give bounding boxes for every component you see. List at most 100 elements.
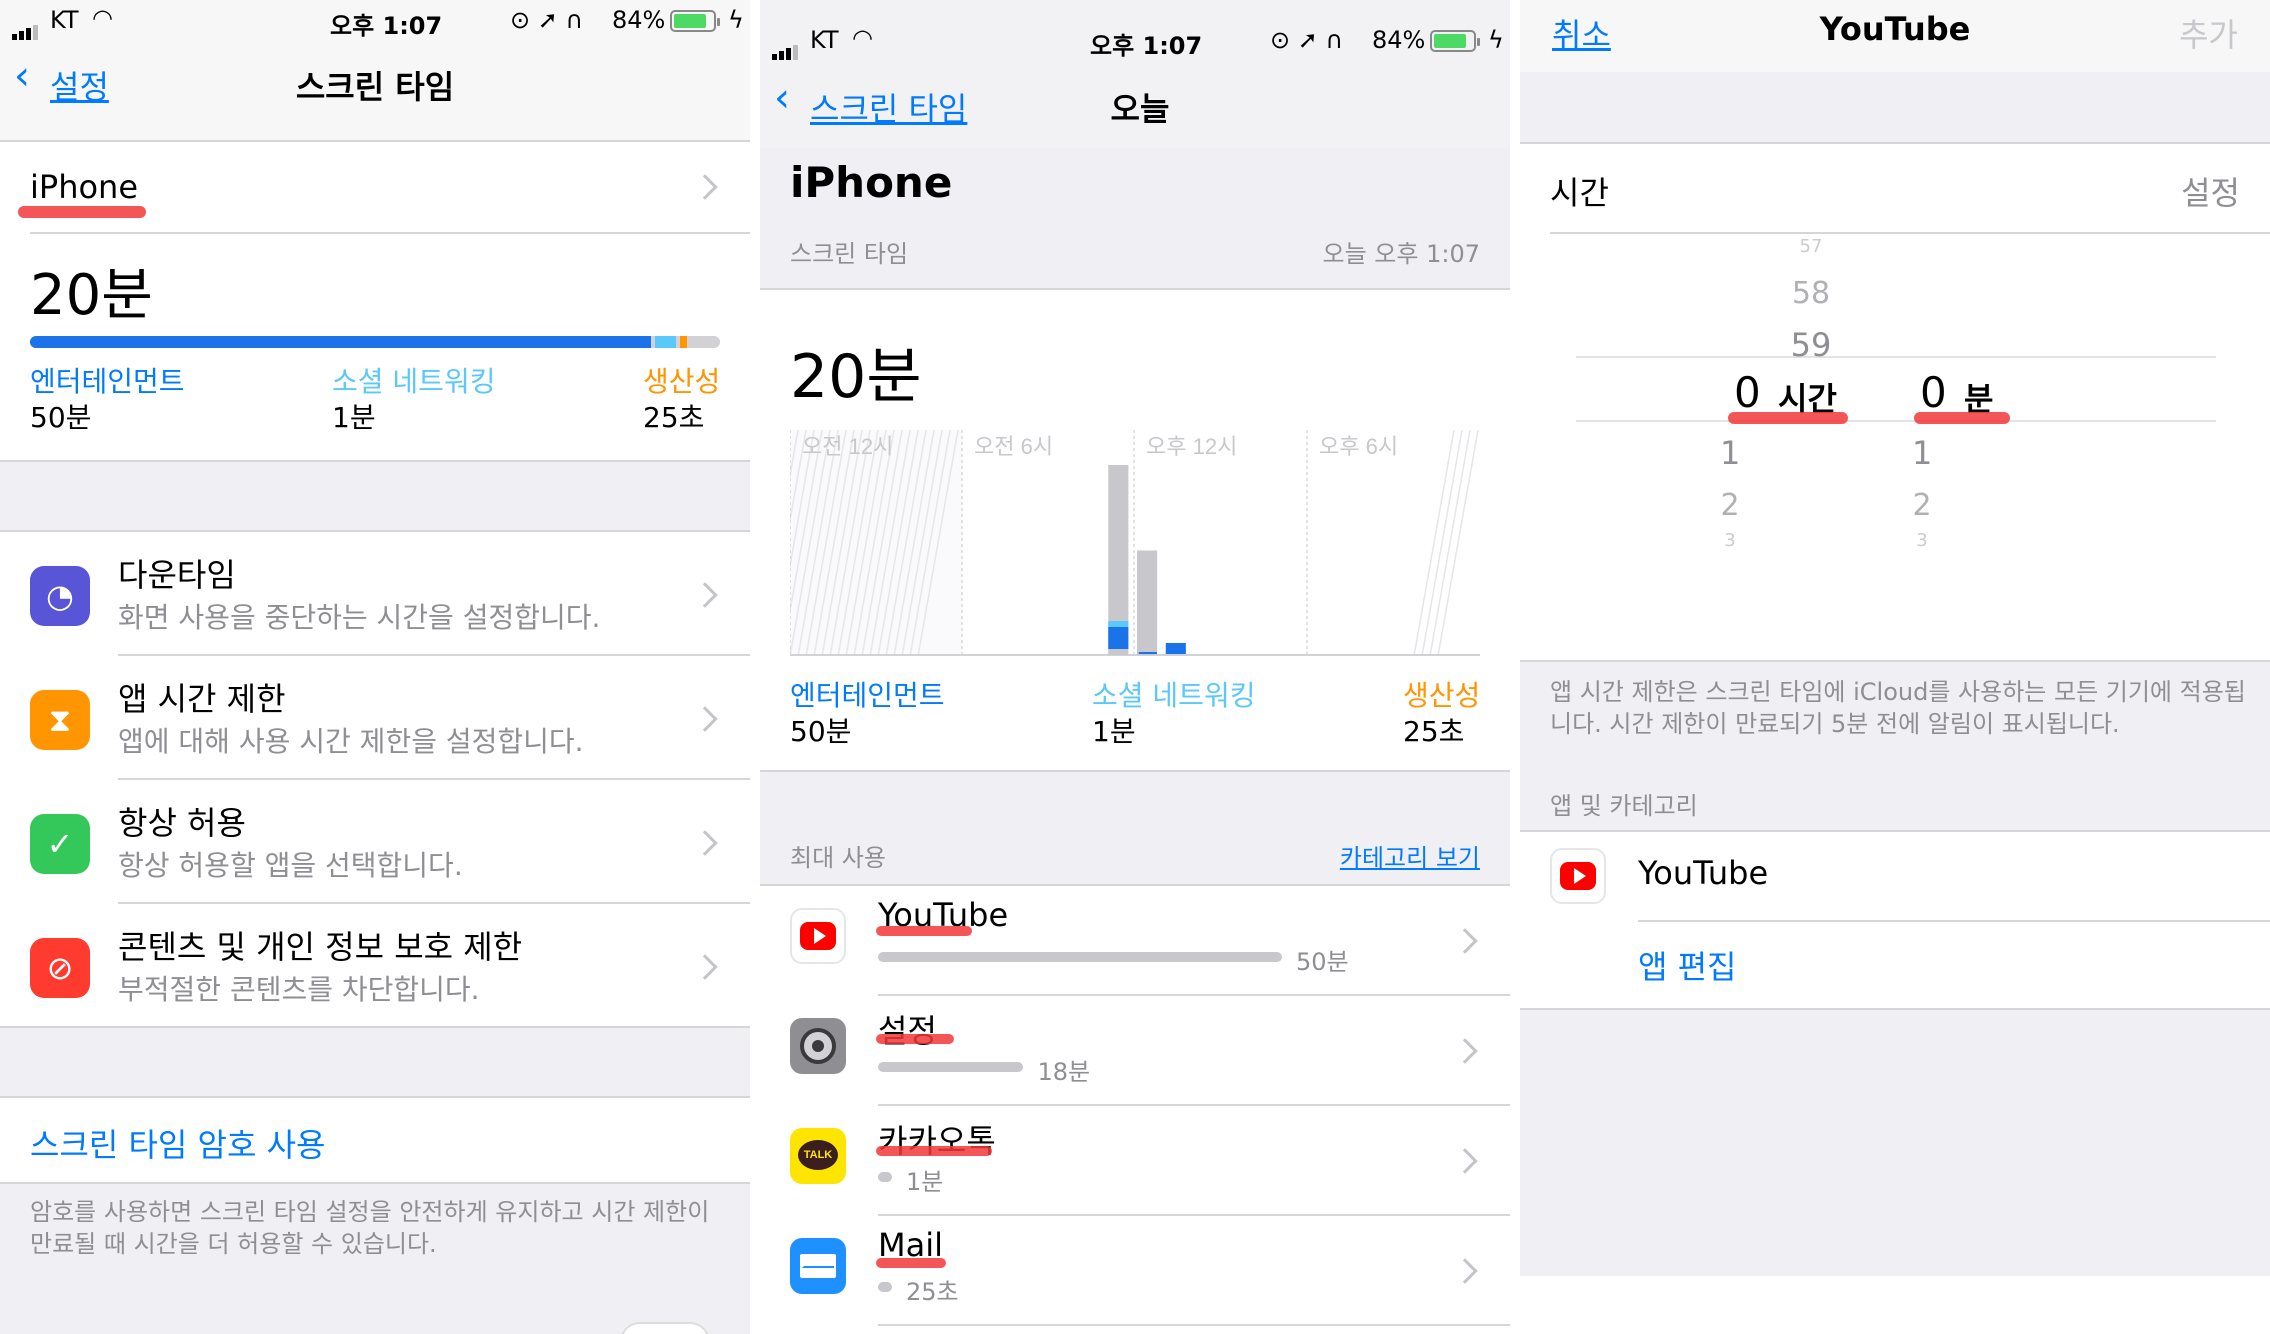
app-card: YouTube 앱 편집 (1520, 832, 2270, 1008)
chevron-right-icon (692, 706, 718, 732)
picker-minute-option[interactable]: 3 (1912, 530, 1932, 551)
category-name: 생산성 (1403, 679, 1481, 712)
app-row[interactable]: 설정 18분 (760, 996, 1510, 1106)
app-usage-bar (878, 952, 1282, 962)
page-title: 오늘 (1110, 90, 1170, 128)
picker-hour-option[interactable]: 3 (1720, 530, 1740, 551)
menu-item-subtitle: 화면 사용을 중단하는 시간을 설정합니다. (118, 601, 601, 634)
menu-item-title: 콘텐츠 및 개인 정보 보호 제한 (118, 928, 523, 966)
category-value: 50분 (790, 715, 852, 748)
picker-hour-option[interactable]: 59 (1748, 326, 1874, 364)
total-time: 20분 (790, 342, 922, 412)
settings-gear-icon (790, 1018, 846, 1074)
hourly-chart: 오전 12시 오전 6시 오후 12시 오후 6시 (790, 430, 1480, 657)
usage-segment (30, 336, 651, 348)
menu-item-subtitle: 항상 허용할 앱을 선택합니다. (118, 849, 463, 882)
chevron-right-icon (1452, 1258, 1478, 1284)
picker-minutes-selected[interactable]: 0 (1920, 368, 1947, 417)
axis-tick-label: 오전 6시 (974, 434, 1053, 459)
device-name: iPhone (30, 168, 139, 206)
app-row[interactable]: YouTube 50분 (760, 886, 1510, 996)
status-time: 오후 1:07 (1090, 32, 1203, 60)
chevron-right-icon (692, 174, 718, 200)
toggle-switch[interactable] (620, 1322, 710, 1334)
passcode-button[interactable]: 스크린 타임 암호 사용 (30, 1120, 325, 1166)
menu-item-subtitle: 부적절한 콘텐츠를 차단합니다. (118, 973, 480, 1006)
menu-item-title: 다운타임 (118, 556, 236, 594)
summary-card: iPhone 20분 엔터테인먼트 50분 소셜 네트워킹 1분 생산성 25초 (0, 142, 750, 460)
youtube-icon (790, 908, 846, 964)
duration-picker[interactable]: 57 58 59 0 시간 1 2 3 0 분 1 2 3 (1520, 234, 2270, 660)
chart-bar (1137, 550, 1158, 655)
chart-bar (1138, 652, 1157, 654)
picker-hour-option[interactable]: 58 (1748, 276, 1874, 311)
menu-item[interactable]: ✓ 항상 허용 항상 허용할 앱을 선택합니다. (0, 780, 750, 904)
passcode-footer: 암호를 사용하면 스크린 타임 설정을 안전하게 유지하고 시간 제한이 만료될… (30, 1198, 710, 1258)
app-usage-time: 1분 (906, 1168, 944, 1196)
signal-icon (12, 12, 40, 40)
highlight-mark (1728, 412, 1848, 424)
chevron-right-icon (1452, 928, 1478, 954)
menu-item[interactable]: ⧗ 앱 시간 제한 앱에 대해 사용 시간 제한을 설정합니다. (0, 656, 750, 780)
chevron-right-icon (1452, 1038, 1478, 1064)
wifi-icon: ◠ (92, 4, 113, 32)
picker-minute-option[interactable]: 2 (1912, 488, 1932, 523)
menu-item[interactable]: ⊘ 콘텐츠 및 개인 정보 보호 제한부적절한 콘텐츠를 차단합니다. (0, 904, 750, 1028)
menu-item-title: 항상 허용 (118, 804, 246, 842)
page-title: YouTube (1819, 10, 1971, 48)
app-row[interactable]: TALK 카카오톡 1분 (760, 1106, 1510, 1216)
bottom-area (1520, 1276, 2270, 1334)
today-usage-panel: KT ◠ 오후 1:07 ⊙ ➚ ∩ 84% ϟ ‹ 스크린 타임 오늘 iPh… (760, 0, 1510, 1334)
category-name: 생산성 (643, 365, 721, 398)
usage-bar (30, 336, 720, 348)
highlight-mark (876, 1258, 946, 1268)
menu-item-title: 앱 시간 제한 (118, 680, 286, 718)
device-row[interactable]: iPhone (0, 142, 750, 232)
time-value: 설정 (2181, 174, 2240, 212)
category-value: 50분 (30, 401, 92, 434)
app-name: YouTube (1638, 854, 1769, 892)
time-row[interactable]: 시간 설정 (1520, 144, 2270, 232)
app-usage-time: 50분 (1296, 948, 1349, 976)
location-icon: ⊙ ➚ ∩ (1270, 26, 1344, 54)
category-name: 소셜 네트워킹 (332, 365, 496, 398)
app-usage-time: 18분 (1037, 1058, 1091, 1086)
hatch-line (1429, 430, 1471, 657)
section-label: 스크린 타임 (790, 240, 909, 268)
location-icon: ⊙ ➚ ∩ (510, 6, 584, 34)
category-view-link[interactable]: 카테고리 보기 (1340, 838, 1480, 873)
picker-hour-option[interactable]: 2 (1720, 488, 1740, 523)
hourglass-icon: ⧗ (30, 690, 90, 750)
carrier: KT (50, 6, 79, 34)
hatch-line (1437, 430, 1479, 657)
picker-minute-option[interactable]: 1 (1912, 434, 1932, 472)
picker-hour-option[interactable]: 1 (1720, 434, 1740, 472)
wifi-icon: ◠ (852, 24, 873, 52)
charging-icon: ϟ (728, 6, 744, 34)
app-limit-panel: 취소 YouTube 추가 시간 설정 57 58 59 0 시간 1 2 3 … (1520, 0, 2270, 1334)
picker-hours-selected[interactable]: 0 (1734, 368, 1761, 417)
menu-item[interactable]: ◔ 다운타임 화면 사용을 중단하는 시간을 설정합니다. (0, 532, 750, 656)
axis-tick-label: 오후 12시 (1146, 434, 1237, 459)
app-row[interactable]: Mail 25초 (760, 1216, 1510, 1326)
passcode-row[interactable]: 스크린 타임 암호 사용 (0, 1098, 750, 1182)
category-name: 엔터테인먼트 (790, 679, 945, 712)
mail-icon (790, 1238, 846, 1294)
category-name: 엔터테인먼트 (30, 365, 185, 398)
status-bar: KT ◠ 오후 1:07 ⊙ ➚ ∩ 84% ϟ (0, 0, 750, 44)
youtube-icon (1550, 848, 1606, 904)
edit-apps-button[interactable]: 앱 편집 (1638, 942, 1737, 988)
status-time: 오후 1:07 (330, 12, 443, 40)
category-value: 25초 (1403, 715, 1465, 748)
highlight-mark (876, 1034, 954, 1044)
axis-tick-label: 오후 6시 (1319, 434, 1398, 459)
restriction-icon: ⊘ (30, 938, 90, 998)
picker-hour-option[interactable]: 57 (1748, 236, 1874, 257)
kakaotalk-icon: TALK (790, 1128, 846, 1184)
limit-footer: 앱 시간 제한은 스크린 타임에 iCloud를 사용하는 모든 기기에 적용됩… (1550, 678, 2246, 738)
status-bar: KT ◠ 오후 1:07 ⊙ ➚ ∩ 84% ϟ (760, 20, 1510, 64)
category-value: 1분 (1092, 715, 1136, 748)
add-button[interactable]: 추가 (2179, 10, 2238, 56)
usage-segment (679, 336, 687, 348)
device-name: iPhone (790, 158, 953, 207)
